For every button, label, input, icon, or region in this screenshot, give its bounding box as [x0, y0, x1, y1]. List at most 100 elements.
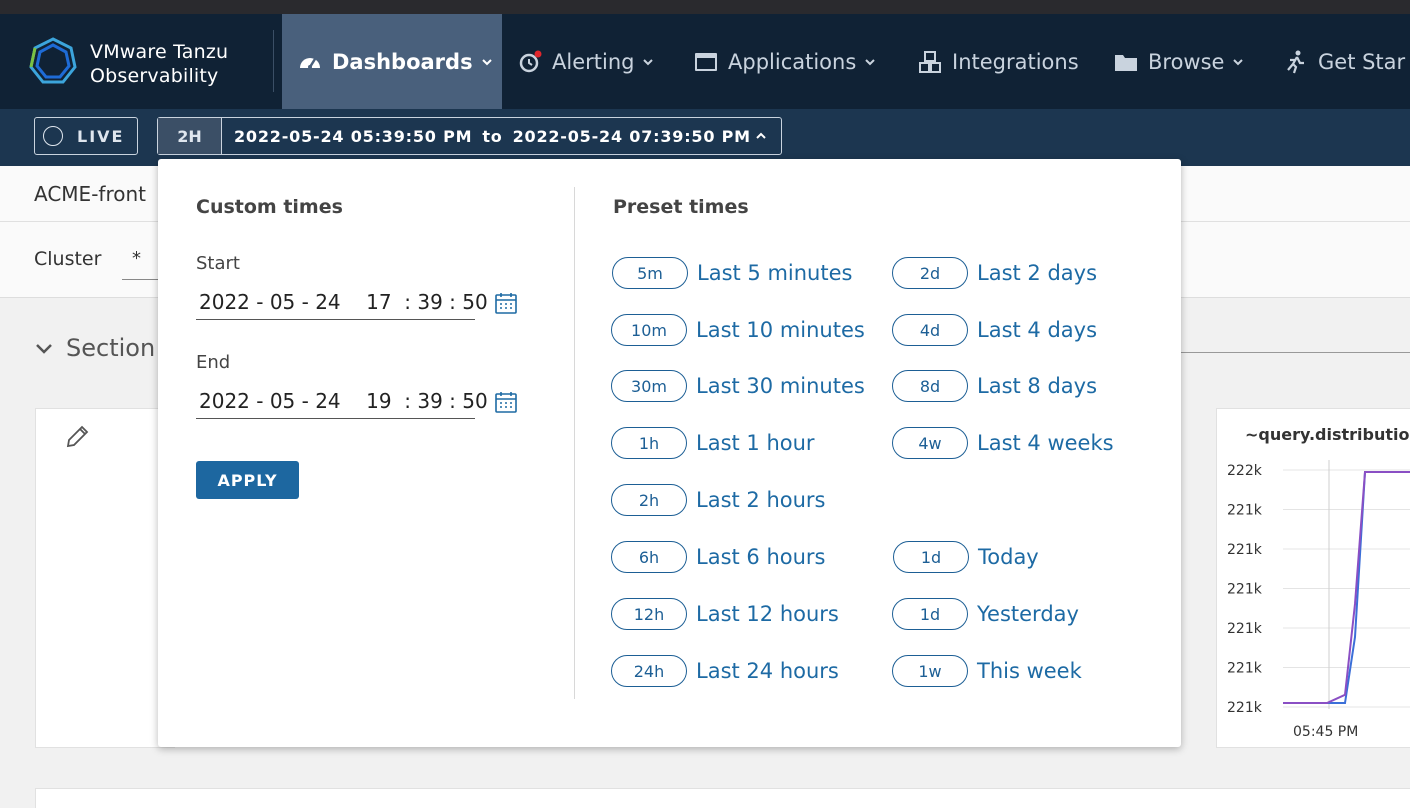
- end-datetime-field[interactable]: 2022 - 05 - 24 19 : 39 : 50: [196, 384, 488, 419]
- chevron-down-icon: [642, 56, 654, 68]
- y-tick-label: 221k: [1227, 503, 1263, 519]
- preset-label: Last 4 weeks: [977, 431, 1114, 455]
- brand-divider: [273, 30, 274, 92]
- brand-line-1: VMware Tanzu: [90, 41, 229, 63]
- preset-yesterday[interactable]: 1d Yesterday: [892, 598, 1079, 630]
- time-range-selector[interactable]: 2H 2022-05-24 05:39:50 PM to 2022-05-24 …: [157, 117, 782, 155]
- nav-dashboards-label: Dashboards: [332, 49, 473, 74]
- nav-get-started[interactable]: Get Star: [1284, 14, 1405, 109]
- cluster-filter-label: Cluster: [34, 248, 102, 270]
- nav-get-started-label: Get Star: [1318, 49, 1406, 74]
- calendar-icon[interactable]: [495, 292, 517, 314]
- preset-last-6-hours[interactable]: 6h Last 6 hours: [611, 541, 826, 573]
- preset-last-4-weeks[interactable]: 4w Last 4 weeks: [892, 427, 1114, 459]
- section-toggle[interactable]: Section: [34, 334, 155, 362]
- preset-label: Last 5 minutes: [697, 261, 853, 285]
- browser-window-icon: [694, 50, 718, 74]
- preset-today[interactable]: 1d Today: [893, 541, 1039, 573]
- walking-person-icon: [1284, 50, 1308, 74]
- y-tick-label: 221k: [1227, 542, 1263, 558]
- chart-card-bottom: [35, 788, 1410, 808]
- range-start: 2022-05-24 05:39:50 PM: [234, 126, 473, 146]
- nav-browse-label: Browse: [1148, 49, 1225, 74]
- preset-badge: 2h: [611, 484, 687, 516]
- preset-last-1-hour[interactable]: 1h Last 1 hour: [611, 427, 815, 459]
- start-label: Start: [196, 253, 240, 274]
- preset-badge: 8d: [892, 370, 968, 402]
- preset-last-30-minutes[interactable]: 30m Last 30 minutes: [611, 370, 865, 402]
- dashboard-gauge-icon: [298, 50, 322, 74]
- preset-label: Last 12 hours: [696, 602, 839, 626]
- chevron-up-icon: [755, 130, 767, 142]
- nav-applications-label: Applications: [728, 49, 857, 74]
- preset-label: Last 4 days: [977, 318, 1098, 342]
- query-distribution-chart: ~query.distribution 222k 221k 221k 221k 221k…: [1216, 408, 1410, 748]
- preset-badge: 30m: [611, 370, 687, 402]
- section-label: Section: [66, 334, 156, 362]
- nav-dashboards[interactable]: Dashboards: [282, 14, 502, 109]
- calendar-icon[interactable]: [495, 391, 517, 413]
- preset-badge: 1d: [892, 598, 968, 630]
- range-text: 2022-05-24 05:39:50 PM to 2022-05-24 07:…: [222, 127, 767, 146]
- live-label: LIVE: [77, 126, 125, 146]
- dashboard-title: ACME-front: [34, 182, 146, 206]
- apply-button[interactable]: APPLY: [196, 461, 299, 499]
- range-badge: 2H: [158, 118, 222, 154]
- x-tick-label: 05:45 PM: [1293, 724, 1358, 740]
- cubes-icon: [918, 50, 942, 74]
- preset-label: Yesterday: [977, 602, 1079, 626]
- preset-label: Last 10 minutes: [696, 318, 865, 342]
- preset-last-8-days[interactable]: 8d Last 8 days: [892, 370, 1097, 402]
- brand-line-2: Observability: [90, 65, 219, 87]
- nav-integrations[interactable]: Integrations: [918, 14, 1079, 109]
- end-label: End: [196, 352, 231, 373]
- nav-browse[interactable]: Browse: [1114, 14, 1244, 109]
- window-top-strip: [0, 0, 1410, 14]
- preset-last-5-minutes[interactable]: 5m Last 5 minutes: [612, 257, 852, 289]
- brand-name: VMware Tanzu Observability: [90, 40, 228, 88]
- preset-last-12-hours[interactable]: 12h Last 12 hours: [611, 598, 839, 630]
- y-tick-label: 221k: [1227, 700, 1263, 716]
- nav-alerting-label: Alerting: [552, 49, 635, 74]
- preset-badge: 2d: [892, 257, 968, 289]
- pencil-icon[interactable]: [64, 424, 90, 450]
- nav-applications[interactable]: Applications: [694, 14, 876, 109]
- preset-label: Last 30 minutes: [696, 374, 865, 398]
- preset-badge: 1h: [611, 427, 687, 459]
- preset-last-24-hours[interactable]: 24h Last 24 hours: [611, 655, 839, 687]
- chart-card: [35, 408, 175, 748]
- preset-badge: 10m: [611, 314, 687, 346]
- series-line: [1283, 471, 1410, 704]
- preset-last-2-days[interactable]: 2d Last 2 days: [892, 257, 1097, 289]
- preset-badge: 12h: [611, 598, 687, 630]
- nav-alerting[interactable]: Alerting: [518, 14, 654, 109]
- preset-badge: 6h: [611, 541, 687, 573]
- preset-label: Last 8 days: [977, 374, 1098, 398]
- time-picker-dropdown: Custom times Start 2022 - 05 - 24 17 : 3…: [158, 159, 1181, 747]
- preset-last-10-minutes[interactable]: 10m Last 10 minutes: [611, 314, 865, 346]
- preset-label: This week: [977, 659, 1082, 683]
- preset-badge: 5m: [612, 257, 688, 289]
- time-range-bar: LIVE 2H 2022-05-24 05:39:50 PM to 2022-0…: [0, 109, 1410, 166]
- y-tick-label: 221k: [1227, 621, 1263, 637]
- preset-badge: 1w: [892, 655, 968, 687]
- y-tick-label: 222k: [1227, 463, 1263, 479]
- y-tick-label: 221k: [1227, 661, 1263, 677]
- series-line: [1283, 471, 1410, 704]
- preset-last-4-days[interactable]: 4d Last 4 days: [892, 314, 1097, 346]
- start-datetime-field[interactable]: 2022 - 05 - 24 17 : 39 : 50: [196, 285, 488, 320]
- live-button[interactable]: LIVE: [34, 117, 138, 155]
- preset-label: Last 2 days: [977, 261, 1098, 285]
- preset-last-2-hours[interactable]: 2h Last 2 hours: [611, 484, 826, 516]
- range-to: to: [482, 126, 503, 146]
- live-indicator-icon: [43, 126, 63, 146]
- custom-times-heading: Custom times: [196, 196, 343, 218]
- preset-this-week[interactable]: 1w This week: [892, 655, 1082, 687]
- section-divider: [1180, 352, 1410, 353]
- preset-label: Last 24 hours: [696, 659, 839, 683]
- alarm-clock-icon: [518, 50, 542, 74]
- preset-badge: 1d: [893, 541, 969, 573]
- preset-badge: 4w: [892, 427, 968, 459]
- chevron-down-icon: [481, 56, 493, 68]
- folder-icon: [1114, 50, 1138, 74]
